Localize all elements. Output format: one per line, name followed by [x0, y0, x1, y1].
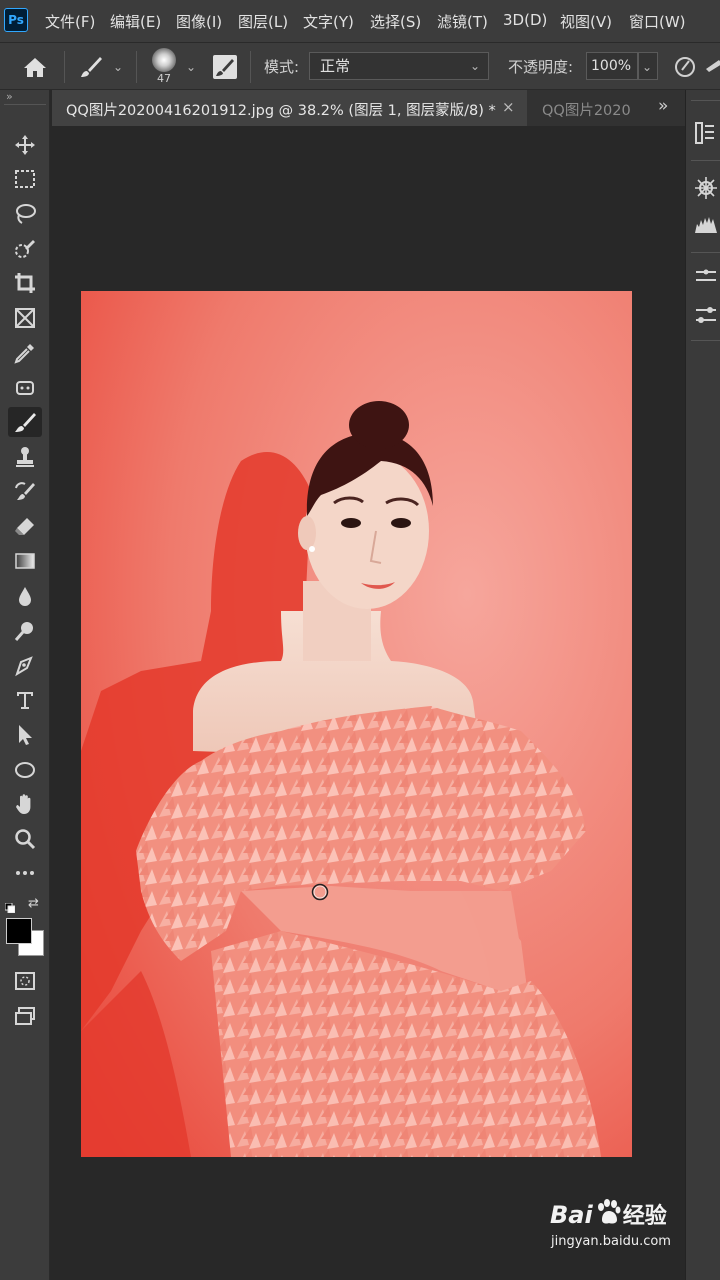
eyedropper-tool-icon[interactable]: [8, 338, 42, 368]
chevron-down-icon: ⌄: [469, 59, 480, 73]
more-tools-icon[interactable]: [8, 858, 42, 888]
menu-3d[interactable]: 3D(D): [503, 11, 547, 29]
patch-tool-icon[interactable]: [8, 373, 42, 403]
type-tool-icon[interactable]: [8, 685, 42, 715]
tabs-overflow-icon[interactable]: »: [658, 96, 668, 116]
chevron-down-icon[interactable]: ⌄: [113, 60, 123, 74]
paw-icon: [595, 1198, 621, 1230]
watermark-brand-suffix: 经验: [622, 1204, 667, 1229]
marquee-tool-icon[interactable]: [8, 164, 42, 194]
foreground-color-swatch[interactable]: [6, 918, 32, 944]
tab-inactive-label: QQ图片2020: [542, 103, 631, 119]
watermark-url: jingyan.baidu.com: [551, 1234, 671, 1249]
brush-panel-toggle-icon[interactable]: [213, 55, 237, 79]
blend-mode-value: 正常: [320, 57, 351, 75]
menu-layer[interactable]: 图层(L): [238, 11, 288, 32]
brush-size-preview-icon[interactable]: [152, 48, 176, 72]
stamp-tool-icon[interactable]: [8, 442, 42, 472]
menu-type[interactable]: 文字(Y): [303, 11, 354, 32]
opacity-value: 100%: [591, 58, 632, 74]
menu-view[interactable]: 视图(V): [560, 11, 612, 32]
photoshop-logo-icon: Ps: [4, 8, 28, 32]
menu-window[interactable]: 窗口(W): [629, 11, 686, 32]
watermark-brand: Bai: [550, 1201, 593, 1229]
move-tool-icon[interactable]: [8, 130, 42, 160]
tab-active-label: QQ图片20200416201912.jpg @ 38.2% (图层 1, 图层…: [66, 103, 496, 119]
opacity-input[interactable]: 100%: [586, 52, 638, 80]
mode-label: 模式:: [264, 58, 300, 76]
frame-tool-icon[interactable]: [8, 303, 42, 333]
menu-file[interactable]: 文件(F): [45, 11, 95, 32]
adjustments-panel-icon[interactable]: [694, 304, 718, 332]
pressure-opacity-icon[interactable]: [674, 56, 696, 82]
dodge-tool-icon[interactable]: [8, 616, 42, 646]
ellipse-tool-icon[interactable]: [8, 755, 42, 785]
tab-inactive-document[interactable]: QQ图片2020: [527, 90, 637, 126]
blend-mode-dropdown[interactable]: 正常 ⌄: [309, 52, 489, 80]
pen-tool-icon[interactable]: [8, 651, 42, 681]
opacity-label: 不透明度:: [508, 58, 574, 76]
eraser-tool-icon[interactable]: [8, 512, 42, 542]
menu-select[interactable]: 选择(S): [370, 11, 421, 32]
menu-bar: Ps 文件(F) 编辑(E) 图像(I) 图层(L) 文字(Y) 选择(S) 滤…: [0, 0, 720, 42]
path-select-tool-icon[interactable]: [8, 720, 42, 750]
lasso-tool-icon[interactable]: [8, 199, 42, 229]
hand-tool-icon[interactable]: [8, 789, 42, 819]
menu-filter[interactable]: 滤镜(T): [437, 11, 488, 32]
blur-tool-icon[interactable]: [8, 581, 42, 611]
tools-panel: » ⇄: [0, 90, 50, 1280]
brush-size-value: 47: [157, 72, 171, 85]
chevron-down-icon: ⌄: [642, 60, 653, 74]
brush-tool-icon[interactable]: [8, 407, 42, 437]
options-bar: ⌄ 47 ⌄ 模式: 正常 ⌄ 不透明度: 100% ⌄: [0, 42, 720, 90]
tab-active-document[interactable]: QQ图片20200416201912.jpg @ 38.2% (图层 1, 图层…: [52, 90, 527, 126]
history-panel-icon[interactable]: [694, 120, 716, 150]
gradient-tool-icon[interactable]: [8, 546, 42, 576]
crop-tool-icon[interactable]: [8, 268, 42, 298]
history-brush-tool-icon[interactable]: [8, 477, 42, 507]
chevron-down-icon[interactable]: ⌄: [186, 60, 196, 74]
quick-mask-icon[interactable]: [8, 966, 42, 996]
histogram-panel-icon[interactable]: [694, 214, 718, 238]
home-icon[interactable]: [22, 55, 48, 83]
document-image[interactable]: [81, 291, 632, 1157]
swap-colors-icon[interactable]: ⇄: [28, 896, 39, 911]
close-tab-icon[interactable]: ×: [502, 98, 515, 116]
default-colors-icon[interactable]: [4, 898, 16, 914]
navigator-panel-icon[interactable]: [694, 176, 718, 204]
quick-select-tool-icon[interactable]: [8, 234, 42, 264]
masked-photo-illustration: [81, 291, 632, 1157]
menu-image[interactable]: 图像(I): [176, 11, 222, 32]
brush-preset-icon[interactable]: [78, 54, 104, 84]
properties-panel-icon[interactable]: [694, 268, 718, 296]
toolbar-collapse-icon[interactable]: »: [6, 90, 13, 103]
baidu-watermark: Bai 经验 jingyan.baidu.com: [550, 1198, 671, 1249]
menu-edit[interactable]: 编辑(E): [110, 11, 161, 32]
airbrush-icon[interactable]: [703, 56, 720, 82]
zoom-tool-icon[interactable]: [8, 824, 42, 854]
opacity-dropdown-button[interactable]: ⌄: [638, 52, 658, 80]
screen-mode-icon[interactable]: [8, 1001, 42, 1031]
foreground-color-fill: [7, 919, 31, 943]
right-panel-dock: [685, 90, 720, 1280]
